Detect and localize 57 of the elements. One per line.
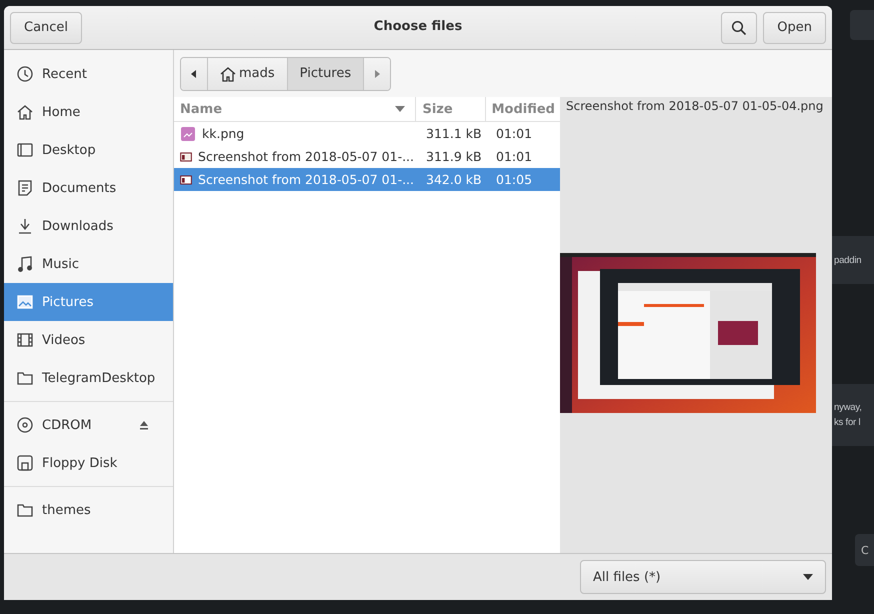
path-button[interactable]: mads: [208, 58, 288, 90]
file-filter-dropdown[interactable]: All files (*): [580, 560, 826, 594]
file-modified: 01:05: [496, 172, 532, 187]
sidebar-item[interactable]: Downloads: [4, 207, 173, 245]
column-header[interactable]: Modified: [486, 97, 560, 121]
file-row[interactable]: kk.png 311.1 kB 01:01: [174, 122, 560, 145]
scroll-left-button[interactable]: [181, 58, 208, 90]
file-size: 342.0 kB: [426, 172, 482, 187]
file-row[interactable]: Screenshot from 2018-05-07 01-... 311.9 kB 01:01: [174, 145, 560, 168]
background-text: nyway,: [833, 402, 863, 413]
column-header[interactable]: Name: [174, 97, 416, 121]
file-name: Screenshot from 2018-05-07 01-...: [198, 149, 414, 164]
sidebar-item[interactable]: TelegramDesktop: [4, 359, 173, 397]
file-size: 311.9 kB: [426, 149, 482, 164]
sidebar-item[interactable]: CDROM: [4, 406, 173, 444]
sidebar-item[interactable]: Videos: [4, 321, 173, 359]
sidebar-item[interactable]: Music: [4, 245, 173, 283]
path-button[interactable]: Pictures: [288, 58, 364, 90]
sidebar-item[interactable]: Recent: [4, 55, 173, 93]
scroll-right-button[interactable]: [364, 58, 390, 90]
sidebar-item[interactable]: Desktop: [4, 131, 173, 169]
eject-icon[interactable]: [139, 420, 149, 430]
file-name: kk.png: [202, 126, 244, 141]
home-icon: [16, 103, 34, 121]
clock-icon: [16, 65, 34, 83]
file-modified: 01:01: [496, 149, 532, 164]
dialog-title: Choose files: [374, 19, 462, 34]
film-icon: [16, 331, 34, 349]
file-size: 311.1 kB: [426, 126, 482, 141]
sidebar-item[interactable]: Documents: [4, 169, 173, 207]
music-note-icon: [16, 255, 34, 273]
image-file-icon: [180, 126, 196, 142]
home-icon: [220, 66, 236, 82]
file-name: Screenshot from 2018-05-07 01-...: [198, 172, 414, 187]
sidebar-item[interactable]: Home: [4, 93, 173, 131]
left-arrow-icon: [190, 68, 198, 78]
preview-filename: Screenshot from 2018-05-07 01-05-04.png: [565, 99, 824, 113]
caret-icon: [803, 574, 813, 580]
picture-icon: [16, 293, 34, 311]
cancel-button[interactable]: Cancel: [10, 12, 82, 44]
document-icon: [16, 179, 34, 197]
search-icon: [731, 20, 748, 36]
background-text: ks for l: [833, 417, 862, 428]
sidebar-item[interactable]: Floppy Disk: [4, 444, 173, 482]
file-modified: 01:01: [496, 126, 532, 141]
open-button[interactable]: Open: [763, 12, 826, 44]
sidebar-item[interactable]: themes: [4, 491, 173, 529]
background-text: paddin: [833, 254, 862, 266]
screenshot-file-icon: [180, 150, 192, 164]
screenshot-file-icon: [180, 172, 192, 186]
search-button[interactable]: [721, 12, 758, 44]
disc-icon: [16, 416, 34, 434]
column-header[interactable]: Size: [416, 97, 486, 121]
desktop-icon: [16, 141, 34, 159]
sort-arrow-icon: [395, 106, 406, 112]
download-icon: [16, 217, 34, 235]
right-arrow-icon: [373, 68, 382, 78]
